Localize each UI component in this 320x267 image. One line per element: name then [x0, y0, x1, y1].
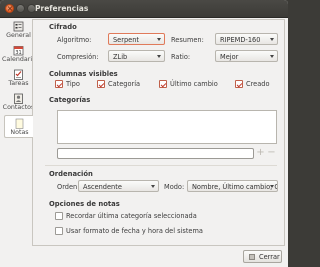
sidebar-item-label: Calendario [2, 56, 36, 63]
ratio-value: Mejor [220, 53, 239, 61]
close-button[interactable]: Cerrar [243, 250, 282, 263]
algorithm-value: Serpent [113, 36, 139, 44]
divider [45, 165, 277, 166]
sidebar-item-general[interactable]: General [4, 19, 33, 42]
compression-label: Compresión: [57, 53, 99, 61]
column-category-checkbox[interactable] [97, 80, 105, 88]
tasks-checklist-icon [14, 69, 23, 80]
note-options-heading: Opciones de notas [49, 200, 120, 208]
chevron-down-icon [270, 38, 274, 41]
cipher-heading: Cifrado [49, 23, 77, 31]
column-category-label: Categoría [108, 80, 141, 88]
window-title: Preferencias [35, 4, 89, 13]
add-category-button[interactable]: + [255, 148, 266, 159]
system-date-format-label: Usar formato de fecha y hora del sistema [66, 227, 203, 235]
preferences-sidebar: General 31 Calendario Tareas Contactos N… [2, 19, 36, 138]
order-select[interactable]: Ascendente [78, 180, 159, 192]
compression-value: ZLib [113, 53, 128, 61]
minimize-window-button[interactable] [16, 4, 25, 13]
sidebar-item-calendar[interactable]: 31 Calendario [2, 43, 36, 66]
plus-icon: + [256, 147, 265, 158]
close-window-button[interactable]: × [5, 4, 14, 13]
gear-list-icon [13, 21, 24, 32]
mode-value: Nombre, Último cambio, Categoría [192, 183, 277, 191]
close-icon: × [6, 4, 14, 13]
column-type-checkbox[interactable] [55, 80, 63, 88]
summary-value: RIPEMD-160 [220, 36, 261, 44]
ordering-heading: Ordenación [49, 170, 93, 178]
sidebar-item-tasks[interactable]: Tareas [4, 67, 33, 90]
preferences-window: × Preferencias General 31 Calendario Tar… [0, 0, 288, 267]
remember-category-label: Recordar última categoría seleccionada [66, 212, 197, 220]
column-created-checkbox[interactable] [235, 80, 243, 88]
ratio-label: Ratio: [171, 53, 191, 61]
sidebar-item-label: Contactos [2, 104, 35, 111]
mode-label: Modo: [164, 183, 185, 191]
ratio-select[interactable]: Mejor [215, 50, 278, 62]
chevron-down-icon [157, 55, 161, 58]
column-type-label: Tipo [66, 80, 80, 88]
summary-label: Resumen: [171, 36, 204, 44]
remember-category-checkbox[interactable] [55, 212, 63, 220]
remove-category-button[interactable]: − [266, 148, 277, 159]
system-date-format-checkbox[interactable] [55, 227, 63, 235]
column-created-label: Creado [246, 80, 270, 88]
mode-select[interactable]: Nombre, Último cambio, Categoría [187, 180, 278, 192]
sidebar-item-contacts[interactable]: Contactos [2, 91, 35, 114]
categories-list[interactable] [57, 110, 277, 144]
titlebar: × Preferencias [0, 0, 288, 18]
summary-select[interactable]: RIPEMD-160 [215, 33, 278, 45]
minus-icon: − [267, 147, 276, 158]
sidebar-item-notes[interactable]: Notas [4, 115, 33, 138]
sidebar-item-label: Notas [10, 129, 29, 136]
order-value: Ascendente [83, 183, 122, 191]
algorithm-select[interactable]: Serpent [108, 33, 165, 45]
category-input[interactable] [57, 148, 254, 159]
chevron-down-icon [270, 185, 274, 188]
close-button-label: Cerrar [259, 253, 280, 261]
chevron-down-icon [151, 185, 155, 188]
compression-select[interactable]: ZLib [108, 50, 165, 62]
column-last-change-checkbox[interactable] [159, 80, 167, 88]
chevron-down-icon [157, 38, 161, 41]
sidebar-item-label: Tareas [8, 80, 29, 87]
categories-heading: Categorías [49, 96, 91, 104]
close-dialog-icon [249, 254, 255, 260]
contacts-icon [14, 93, 23, 104]
sidebar-item-label: General [6, 32, 31, 39]
algorithm-label: Algoritmo: [57, 36, 92, 44]
chevron-down-icon [270, 55, 274, 58]
columns-heading: Columnas visibles [49, 70, 118, 78]
column-last-change-label: Último cambio [170, 80, 218, 88]
order-label: Orden: [57, 183, 80, 191]
calendar-icon: 31 [13, 46, 24, 56]
notes-icon [15, 118, 24, 129]
